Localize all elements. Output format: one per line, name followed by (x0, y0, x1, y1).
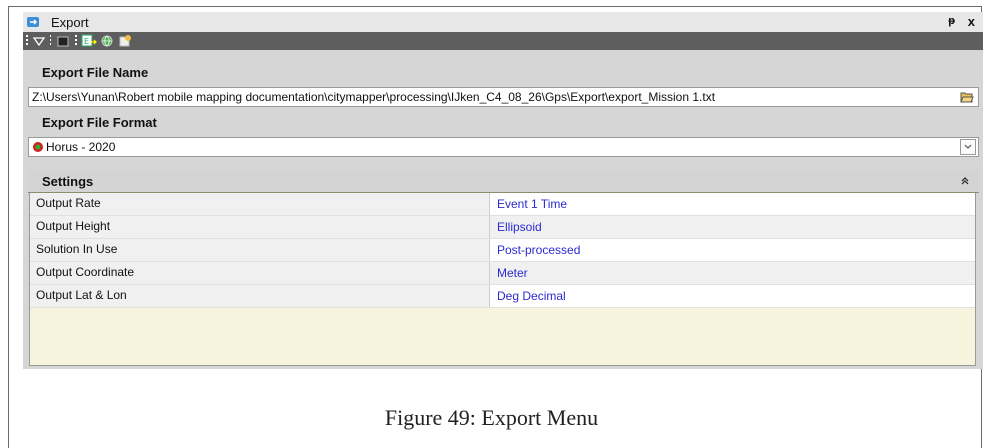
setting-value[interactable]: Post-processed (490, 239, 975, 261)
black-square-icon[interactable] (56, 34, 70, 48)
setting-value[interactable]: Event 1 Time (490, 193, 975, 215)
setting-value[interactable]: Deg Decimal (490, 285, 975, 307)
toolbar-grip-icon[interactable] (26, 35, 28, 47)
export-icon[interactable]: E (81, 34, 97, 48)
export-path-value: Z:\Users\Yunan\Robert mobile mapping doc… (32, 90, 716, 104)
export-file-name-header: Export File Name (42, 65, 149, 80)
dropdown-arrow-icon[interactable] (32, 34, 46, 48)
setting-key: Solution In Use (30, 239, 490, 261)
export-file-format-header: Export File Format (42, 115, 157, 130)
export-format-select[interactable]: Horus - 2020 (28, 137, 979, 157)
folder-browse-icon[interactable] (960, 91, 974, 103)
horus-format-icon (33, 142, 43, 152)
title-bar: Export ᵽ x (23, 12, 983, 32)
export-path-field[interactable]: Z:\Users\Yunan\Robert mobile mapping doc… (28, 87, 979, 107)
toolbar-grip-icon-2 (75, 35, 77, 47)
window-title: Export (51, 15, 89, 30)
close-icon[interactable]: x (968, 14, 975, 29)
setting-row-output-height[interactable]: Output Height Ellipsoid (30, 216, 975, 239)
setting-row-output-rate[interactable]: Output Rate Event 1 Time (30, 193, 975, 216)
toolbar-separator (50, 35, 51, 47)
setting-value[interactable]: Meter (490, 262, 975, 284)
svg-text:E: E (84, 37, 89, 46)
toolbar: E (23, 32, 983, 50)
settings-header-label: Settings (42, 174, 94, 189)
setting-row-solution-in-use[interactable]: Solution In Use Post-processed (30, 239, 975, 262)
setting-row-output-lat-lon[interactable]: Output Lat & Lon Deg Decimal (30, 285, 975, 308)
pin-icon[interactable]: ᵽ (948, 15, 955, 27)
dropdown-button[interactable] (960, 139, 976, 155)
figure-caption: Figure 49: Export Menu (384, 405, 599, 430)
settings-section-header[interactable]: Settings (28, 170, 979, 193)
settings-icon[interactable] (118, 34, 132, 48)
setting-key: Output Rate (30, 193, 490, 215)
setting-key: Output Coordinate (30, 262, 490, 284)
collapse-icon[interactable] (961, 176, 969, 186)
globe-icon[interactable] (100, 34, 114, 48)
export-panel: Export ᵽ x E Export File Name Z:\Users\Y… (23, 12, 983, 369)
settings-property-grid: Output Rate Event 1 Time Output Height E… (29, 193, 976, 366)
setting-key: Output Lat & Lon (30, 285, 490, 307)
setting-row-output-coordinate[interactable]: Output Coordinate Meter (30, 262, 975, 285)
setting-value[interactable]: Ellipsoid (490, 216, 975, 238)
chevron-down-icon (964, 144, 972, 149)
export-app-icon (27, 17, 39, 27)
setting-key: Output Height (30, 216, 490, 238)
export-format-value: Horus - 2020 (46, 140, 116, 154)
